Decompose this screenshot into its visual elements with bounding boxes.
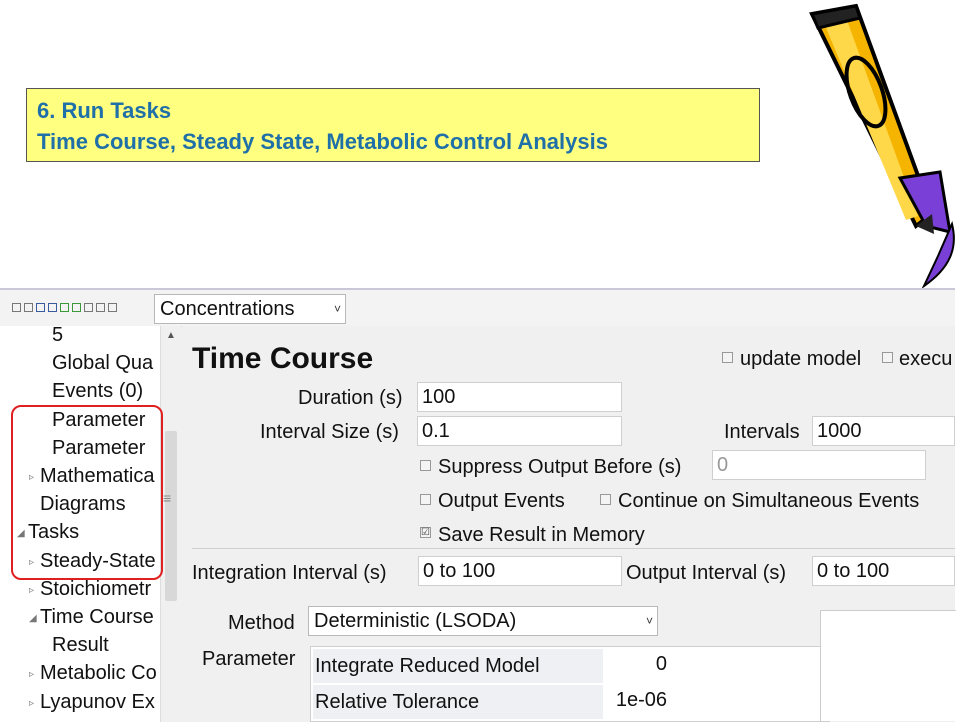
execute-checkbox[interactable] [882,352,893,363]
page-title: Time Course [192,342,374,375]
continue-events-label: Continue on Simultaneous Events [618,490,920,512]
save-icon[interactable] [36,303,45,312]
chevron-down-icon: ˅ [645,614,653,628]
suppress-output-label: Suppress Output Before (s) [438,456,682,478]
tree-item[interactable]: Lyapunov Ex [40,689,155,715]
duration-label: Duration (s) [298,387,403,409]
import-icon[interactable] [60,303,69,312]
output-events-label: Output Events [438,490,565,512]
chevron-down-icon: ˅ [333,302,341,316]
output-interval-value: 0 to 100 [812,556,955,586]
slider-icon[interactable] [96,303,105,312]
execute-label: execu [899,348,953,370]
table-row-name: Integrate Reduced Model [313,649,603,683]
slide-heading: 6. Run Tasks [37,98,172,123]
table-row-value[interactable]: 1e-06 [601,685,667,715]
divider [192,548,955,549]
expanded-arrow-icon[interactable]: ◢ [29,613,37,624]
scroll-up-icon[interactable]: ▲ [166,330,176,341]
intervals-input[interactable]: 1000 [812,416,955,446]
table-row-value[interactable]: 0 [601,649,667,679]
collapsed-arrow-icon[interactable]: ▹ [29,698,34,709]
suppress-output-input[interactable]: 0 [712,450,926,480]
save-as-icon[interactable] [48,303,57,312]
save-result-label: Save Result in Memory [438,524,645,546]
view-select[interactable]: Concentrations ˅ [154,294,346,324]
tree-item[interactable]: Time Course [40,604,154,630]
toolbar: Concentrations ˅ [0,290,955,327]
check-model-icon[interactable] [72,303,81,312]
suppress-output-checkbox[interactable] [420,460,431,471]
tree-item[interactable]: Result [52,632,109,658]
window-list-icon[interactable] [108,303,117,312]
parameter-label: Parameter [202,648,296,670]
method-select-value: Deterministic (LSODA) [314,610,517,632]
highlight-annotation [11,405,163,580]
tree-item[interactable]: Events (0) [52,378,143,404]
update-model-checkbox[interactable] [722,352,733,363]
splitter-grip-icon[interactable]: ≡ [163,490,171,506]
integration-interval-value: 0 to 100 [418,556,622,586]
integration-interval-label: Integration Interval (s) [192,562,387,584]
right-panel-edge [820,610,956,721]
slide-subheading: Time Course, Steady State, Metabolic Con… [37,129,608,154]
tree-item[interactable]: Metabolic Co [40,660,157,686]
collapsed-arrow-icon[interactable]: ▹ [29,585,34,596]
tree-view-icon[interactable] [84,303,93,312]
interval-size-label: Interval Size (s) [260,421,399,443]
new-file-icon[interactable] [12,303,21,312]
update-model-label: update model [740,348,862,370]
pencil-icon [809,3,955,289]
method-select[interactable]: Deterministic (LSODA) ˅ [308,606,658,636]
scroll-thumb[interactable] [165,431,177,601]
toolbar-icons [12,303,117,312]
open-file-icon[interactable] [24,303,33,312]
collapsed-arrow-icon[interactable]: ▹ [29,669,34,680]
interval-size-input[interactable]: 0.1 [417,416,622,446]
output-events-checkbox[interactable] [420,494,431,505]
slide-title-box: 6. Run Tasks Time Course, Steady State, … [26,88,760,162]
tree-scrollbar[interactable]: ▲ [160,326,181,722]
continue-events-checkbox[interactable] [600,494,611,505]
duration-input[interactable]: 100 [417,382,622,412]
table-row-name: Relative Tolerance [313,685,603,719]
output-interval-label: Output Interval (s) [626,562,787,584]
save-result-checkbox[interactable]: ☑ [420,527,431,538]
tree-item[interactable]: 5 [52,326,63,348]
tree-item[interactable]: Global Qua [52,350,153,376]
intervals-label: Intervals [724,421,800,443]
view-select-value: Concentrations [160,298,295,320]
method-label: Method [228,612,295,634]
parameter-table: Integrate Reduced Model 0 Relative Toler… [310,646,830,722]
